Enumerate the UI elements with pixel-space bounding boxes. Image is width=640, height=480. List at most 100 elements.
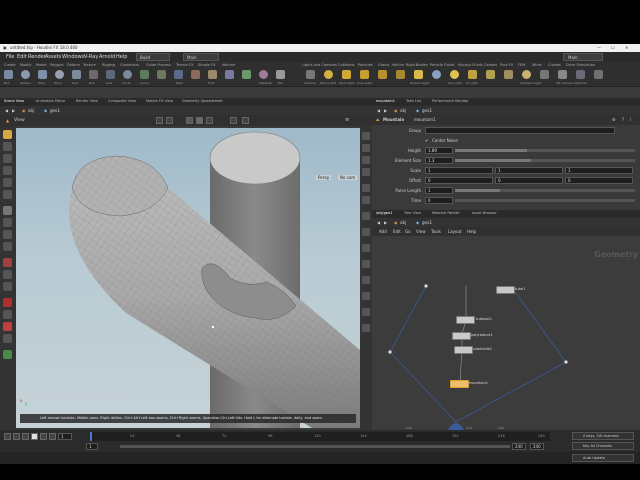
- snap-prim-icon[interactable]: [3, 270, 12, 279]
- light-icon[interactable]: [362, 308, 370, 316]
- uv-icon[interactable]: [362, 212, 370, 220]
- torus-tool-icon[interactable]: [55, 70, 64, 79]
- tab-render-view[interactable]: Render View: [76, 99, 98, 103]
- time-field[interactable]: 0: [425, 197, 453, 204]
- key-all-channels-button[interactable]: Key All Channels: [572, 442, 634, 450]
- font-tool-icon[interactable]: [208, 70, 217, 79]
- time-slider[interactable]: [455, 199, 635, 202]
- play-button[interactable]: [40, 433, 47, 440]
- camera-menu-button[interactable]: [230, 117, 237, 124]
- shelf-tab[interactable]: Particle Fluids: [430, 63, 454, 67]
- menu-render[interactable]: Render: [28, 54, 46, 60]
- lock-icon[interactable]: [3, 310, 12, 319]
- desktop-select[interactable]: Main: [563, 53, 603, 61]
- menu-tools[interactable]: Tools: [431, 229, 441, 234]
- distant-light-tool-icon[interactable]: [414, 70, 423, 79]
- element-size-slider[interactable]: [455, 159, 635, 162]
- shelf-tab[interactable]: Characters: [120, 63, 139, 67]
- offset-z-field[interactable]: 0: [565, 177, 633, 184]
- path-obj[interactable]: obj: [28, 108, 34, 113]
- spray-paint-tool-icon[interactable]: [191, 70, 200, 79]
- template-icon[interactable]: [362, 260, 370, 268]
- shading-button[interactable]: [186, 117, 193, 124]
- node-subdivide1[interactable]: [454, 346, 473, 354]
- gear-icon[interactable]: ⚙: [612, 117, 616, 122]
- display-icon[interactable]: [362, 132, 370, 140]
- shelf-tab[interactable]: Rigid Bodies: [406, 63, 428, 67]
- minimize-icon[interactable]: —: [597, 45, 601, 50]
- persp-menu[interactable]: Persp: [316, 175, 331, 180]
- tab-motion-fx-view[interactable]: Motion FX View: [146, 99, 173, 103]
- point-light-tool-icon[interactable]: [324, 70, 333, 79]
- shelf-tab[interactable]: FEM: [518, 63, 525, 67]
- shelf-tab[interactable]: Deform: [67, 63, 80, 67]
- forward-arrow-icon[interactable]: ▶: [12, 108, 15, 113]
- path-tool-icon[interactable]: [174, 70, 183, 79]
- scene-viewport[interactable]: Persp No cam Left mouse tumbles. Middle …: [16, 128, 360, 428]
- tab-performance-monitor[interactable]: Performance Monitor: [432, 99, 469, 103]
- shelf-tab[interactable]: Simple FX: [198, 63, 215, 67]
- menu-vray[interactable]: V-Ray: [84, 54, 98, 60]
- menu-edit[interactable]: Edit: [393, 229, 401, 234]
- step-forward-button[interactable]: [49, 433, 56, 440]
- path-geo1[interactable]: geo1: [422, 220, 432, 225]
- pose-tool-icon[interactable]: [3, 190, 12, 199]
- back-arrow-icon[interactable]: ◀: [377, 220, 380, 225]
- shelf-tab[interactable]: Pyro FX: [500, 63, 513, 67]
- camera-tool-icon[interactable]: [306, 70, 315, 79]
- menu-arnold[interactable]: Arnold: [99, 54, 115, 60]
- vertex-icon[interactable]: [362, 228, 370, 236]
- gamepad-camera-tool-icon[interactable]: [594, 70, 603, 79]
- lsystem-tool-icon[interactable]: [242, 70, 251, 79]
- menu-layout[interactable]: Layout: [448, 229, 462, 234]
- sky-light-tool-icon[interactable]: [450, 70, 459, 79]
- network-editor[interactable]: Geometry tube1 tubeout1 polyreduce1 subd…: [372, 236, 640, 430]
- back-arrow-icon[interactable]: ◀: [377, 108, 380, 113]
- scale-x-field[interactable]: 1: [425, 167, 493, 174]
- shelf-tab[interactable]: Oceans: [484, 63, 497, 67]
- shelf-tab[interactable]: Grains: [378, 63, 389, 67]
- points-select-icon[interactable]: [3, 218, 12, 227]
- auto-update-select[interactable]: Auto Update: [572, 454, 634, 462]
- view-label[interactable]: View: [14, 118, 25, 123]
- pulse-field[interactable]: 1: [425, 187, 453, 194]
- spot-light-tool-icon[interactable]: [342, 70, 351, 79]
- tab-animation-editor[interactable]: Animation Editor: [36, 99, 65, 103]
- stop-button[interactable]: [31, 433, 38, 440]
- shelf-tab[interactable]: Crowds: [548, 63, 561, 67]
- file-tool-icon[interactable]: [276, 70, 285, 79]
- offset-x-field[interactable]: 0: [425, 177, 493, 184]
- sphere-tool-icon[interactable]: [21, 70, 30, 79]
- playhead[interactable]: [90, 432, 92, 441]
- shelf-tab[interactable]: Model: [36, 63, 47, 67]
- tab-asset-browser[interactable]: Asset Browser: [472, 211, 497, 215]
- display-options-button[interactable]: [156, 117, 163, 124]
- height-slider[interactable]: [455, 149, 635, 152]
- geometry-light-tool-icon[interactable]: [378, 70, 387, 79]
- jump-start-button[interactable]: [4, 433, 11, 440]
- range-slider[interactable]: [120, 445, 510, 448]
- caustic-light-tool-icon[interactable]: [486, 70, 495, 79]
- path-geo1[interactable]: geo1: [50, 108, 60, 113]
- magnet-icon[interactable]: [3, 322, 12, 331]
- end-frame-field[interactable]: 240: [530, 443, 544, 450]
- scale-tool-icon[interactable]: [3, 166, 12, 175]
- shelf-tab[interactable]: Vellum: [392, 63, 404, 67]
- forward-arrow-icon[interactable]: ▶: [384, 220, 387, 225]
- point-numbers-icon[interactable]: [362, 196, 370, 204]
- node-tube1[interactable]: [496, 286, 515, 294]
- tab-composite-view[interactable]: Composite View: [108, 99, 136, 103]
- handles-icon[interactable]: [3, 350, 12, 359]
- shelf-tab[interactable]: Texture: [83, 63, 96, 67]
- node-mountain1[interactable]: [450, 380, 469, 388]
- guide-icon[interactable]: [362, 276, 370, 284]
- shelf-tab[interactable]: Viscous Fluids: [458, 63, 483, 67]
- path-geo1[interactable]: geo1: [422, 108, 432, 113]
- volume-light-tool-icon[interactable]: [396, 70, 405, 79]
- view-tool-icon[interactable]: [3, 206, 12, 215]
- shelf-tab[interactable]: Collisions: [338, 63, 354, 67]
- shelf-tab[interactable]: Drive Simulation: [566, 63, 595, 67]
- menu-add[interactable]: Add: [379, 229, 387, 234]
- help-icon[interactable]: ?: [622, 117, 624, 122]
- menu-help[interactable]: Help: [467, 229, 476, 234]
